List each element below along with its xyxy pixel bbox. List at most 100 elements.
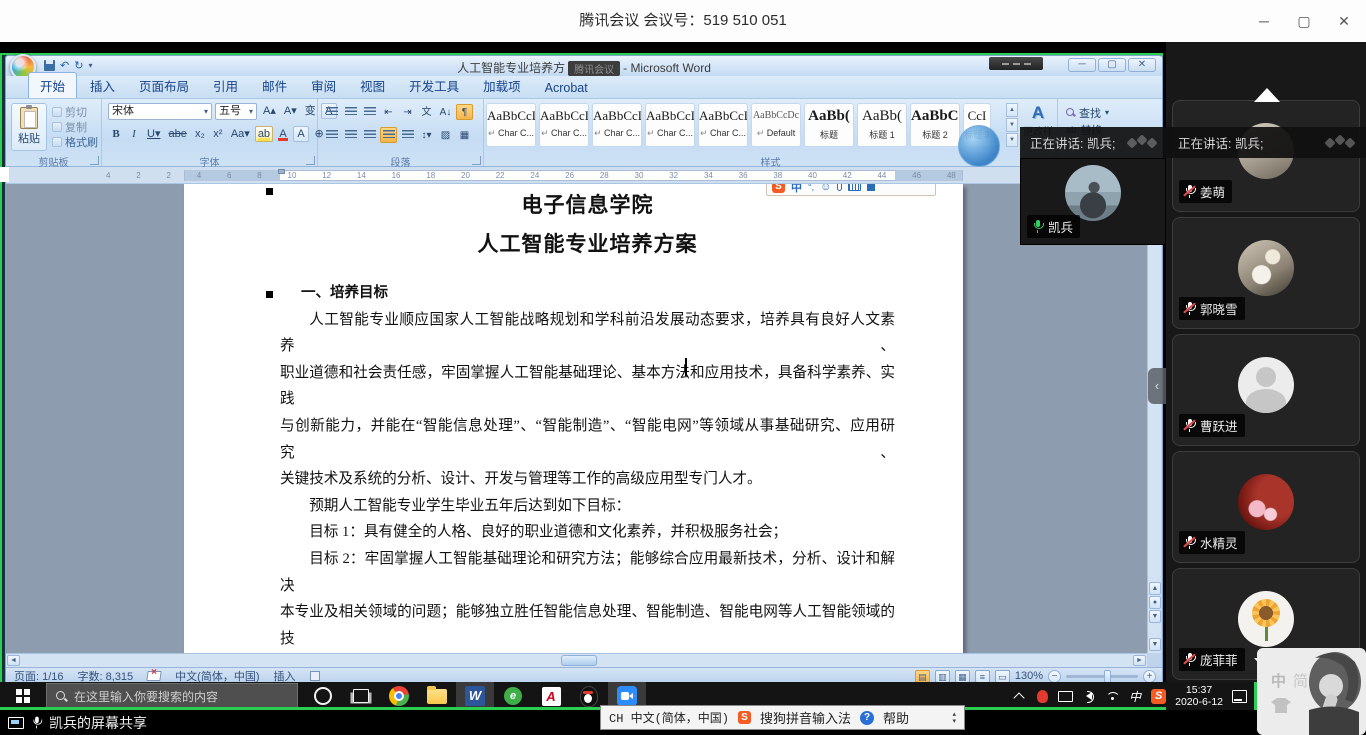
- superscript-icon[interactable]: x²: [210, 126, 226, 142]
- change-case-icon[interactable]: Aa▾: [228, 126, 253, 142]
- ime-name[interactable]: 搜狗拼音输入法: [760, 708, 851, 727]
- taskbar-clock[interactable]: 15:37 2020-6-12: [1175, 684, 1223, 708]
- ribbon-tab[interactable]: 开发工具: [398, 73, 470, 98]
- windows-language-bar[interactable]: CH 中文(简体，中国) 搜狗拼音输入法 ? 帮助 ▴▾: [600, 705, 965, 730]
- ribbon-tab[interactable]: Acrobat: [534, 78, 599, 98]
- ime-chinese-mode-icon[interactable]: 中: [791, 184, 802, 195]
- style-card[interactable]: AaBbCcD ↵ Char C...: [539, 103, 589, 147]
- ribbon-tab[interactable]: 开始: [28, 72, 77, 98]
- outline-view-icon[interactable]: ≡: [975, 670, 990, 683]
- strikethrough-icon[interactable]: abe: [165, 126, 189, 142]
- tray-expand-icon[interactable]: [1012, 682, 1026, 710]
- format-painter-button[interactable]: 格式刷: [52, 135, 102, 149]
- zoom-level[interactable]: 130%: [1015, 670, 1043, 682]
- borders-icon[interactable]: ▦: [456, 127, 473, 143]
- sidebar-collapse-handle[interactable]: ‹: [1148, 368, 1166, 404]
- wifi-icon[interactable]: [1105, 682, 1119, 710]
- align-center-icon[interactable]: [342, 127, 359, 143]
- paste-button[interactable]: 粘贴: [11, 103, 47, 151]
- zoom-slider-thumb[interactable]: [1104, 670, 1111, 683]
- style-card[interactable]: AaBbCcD ↵ Char C...: [592, 103, 642, 147]
- scroll-down-icon[interactable]: ▼: [1149, 638, 1161, 651]
- meeting-mini-toolbar[interactable]: [989, 57, 1043, 70]
- participant-tile[interactable]: 水精灵: [1172, 451, 1360, 563]
- floating-ball-overlay[interactable]: [958, 125, 1000, 167]
- word-icon[interactable]: [456, 682, 494, 710]
- sogou-ime-skin[interactable]: 中 简: [1257, 648, 1366, 735]
- sogou-ime-toolbar[interactable]: 中 °, ☺: [766, 184, 936, 196]
- asian-layout-icon[interactable]: 文: [418, 104, 435, 120]
- word-restore-button[interactable]: ▢: [1098, 58, 1126, 72]
- font-dialog-launcher[interactable]: [306, 156, 315, 165]
- horizontal-ruler[interactable]: 4224681012141618202224262830323436384042…: [6, 167, 1162, 184]
- ime-keyboard-icon[interactable]: [848, 184, 861, 191]
- ime-punctuation-icon[interactable]: °,: [808, 184, 814, 192]
- font-size-select[interactable]: 五号▾: [215, 103, 257, 120]
- italic-icon[interactable]: I: [126, 126, 142, 142]
- task-view-icon[interactable]: [342, 682, 380, 710]
- browse-object-icon[interactable]: ●: [1149, 596, 1161, 609]
- sogou-tray-icon[interactable]: [1151, 682, 1166, 710]
- increase-indent-icon[interactable]: ⇥: [399, 104, 416, 120]
- zoom-in-icon[interactable]: +: [1143, 670, 1156, 683]
- taskbar-search-input[interactable]: 在这里输入你要搜索的内容: [46, 683, 298, 709]
- spellcheck-icon[interactable]: [147, 670, 161, 681]
- draft-view-icon[interactable]: ▭: [995, 670, 1010, 683]
- zoom-slider[interactable]: [1066, 675, 1138, 678]
- close-button[interactable]: ✕: [1324, 0, 1364, 42]
- bullets-icon[interactable]: [323, 104, 340, 120]
- clipboard-dialog-launcher[interactable]: [90, 156, 99, 165]
- ribbon-tab[interactable]: 页面布局: [128, 73, 200, 98]
- style-card[interactable]: AaBbCcD 标题 2: [910, 103, 960, 147]
- scroll-left-icon[interactable]: ◄: [7, 655, 20, 666]
- align-right-icon[interactable]: [361, 127, 378, 143]
- web-layout-view-icon[interactable]: ▦: [955, 670, 970, 683]
- style-card[interactable]: AaBbCcDc ↵ Default: [751, 103, 801, 147]
- help-icon[interactable]: ?: [860, 711, 874, 725]
- ime-zh-icon[interactable]: 中: [1128, 682, 1142, 710]
- macro-record-icon[interactable]: [310, 671, 320, 681]
- participant-tile[interactable]: 郭晓雪: [1172, 217, 1360, 329]
- style-card[interactable]: AaBbCcD ↵ Char C...: [486, 103, 536, 147]
- help-label[interactable]: 帮助: [883, 708, 909, 727]
- copy-button[interactable]: 复制: [52, 120, 102, 134]
- previous-page-icon[interactable]: ▲: [1149, 582, 1161, 595]
- align-left-icon[interactable]: [323, 127, 340, 143]
- document-page[interactable]: 电子信息学院人工智能专业培养方案一、培养目标人工智能专业顺应国家人工智能战略规划…: [184, 184, 963, 653]
- numbering-icon[interactable]: [342, 104, 359, 120]
- ribbon-tab[interactable]: 邮件: [251, 73, 298, 98]
- line-spacing-icon[interactable]: ↕▾: [418, 127, 435, 143]
- maximize-button[interactable]: ▢: [1284, 0, 1324, 42]
- word-close-button[interactable]: ✕: [1128, 58, 1156, 72]
- justify-icon[interactable]: [380, 127, 397, 143]
- distribute-icon[interactable]: [399, 127, 416, 143]
- find-button[interactable]: 查找▾: [1066, 105, 1109, 120]
- acrobat-icon[interactable]: [532, 682, 570, 710]
- ribbon-tab[interactable]: 视图: [349, 73, 396, 98]
- bold-icon[interactable]: B: [108, 126, 124, 142]
- participant-tile[interactable]: 曹跃进: [1172, 334, 1360, 446]
- shrink-font-icon[interactable]: A▾: [281, 103, 300, 119]
- word-minimize-button[interactable]: ─: [1068, 58, 1096, 72]
- sogou-logo-icon[interactable]: [738, 711, 751, 724]
- chrome-icon[interactable]: [380, 682, 418, 710]
- ribbon-tab[interactable]: 插入: [79, 73, 126, 98]
- display-icon[interactable]: [1058, 682, 1073, 710]
- show-hide-marks-icon[interactable]: ¶: [456, 104, 473, 120]
- sort-icon[interactable]: A↓: [437, 104, 454, 120]
- pinyin-guide-icon[interactable]: 变: [302, 103, 319, 119]
- scroll-right-icon[interactable]: ►: [1133, 655, 1146, 666]
- fullscreen-view-icon[interactable]: ▥: [935, 670, 950, 683]
- underline-icon[interactable]: U▾: [144, 126, 163, 142]
- character-shading-icon[interactable]: A: [293, 126, 309, 142]
- ime-emoticon-icon[interactable]: ☺: [820, 184, 831, 193]
- styles-more-icon[interactable]: ▼: [1006, 133, 1018, 147]
- highlight-color-icon[interactable]: ab: [255, 126, 273, 142]
- styles-scroll-down-icon[interactable]: ▼: [1006, 118, 1018, 132]
- ribbon-tab[interactable]: 加载项: [472, 73, 532, 98]
- volume-icon[interactable]: [1082, 682, 1096, 710]
- speaker-video-window[interactable]: 正在讲话: 凯兵; 凯兵: [1020, 127, 1166, 245]
- decrease-indent-icon[interactable]: ⇤: [380, 104, 397, 120]
- ribbon-tab[interactable]: 引用: [202, 73, 249, 98]
- action-center-icon[interactable]: [1232, 682, 1247, 710]
